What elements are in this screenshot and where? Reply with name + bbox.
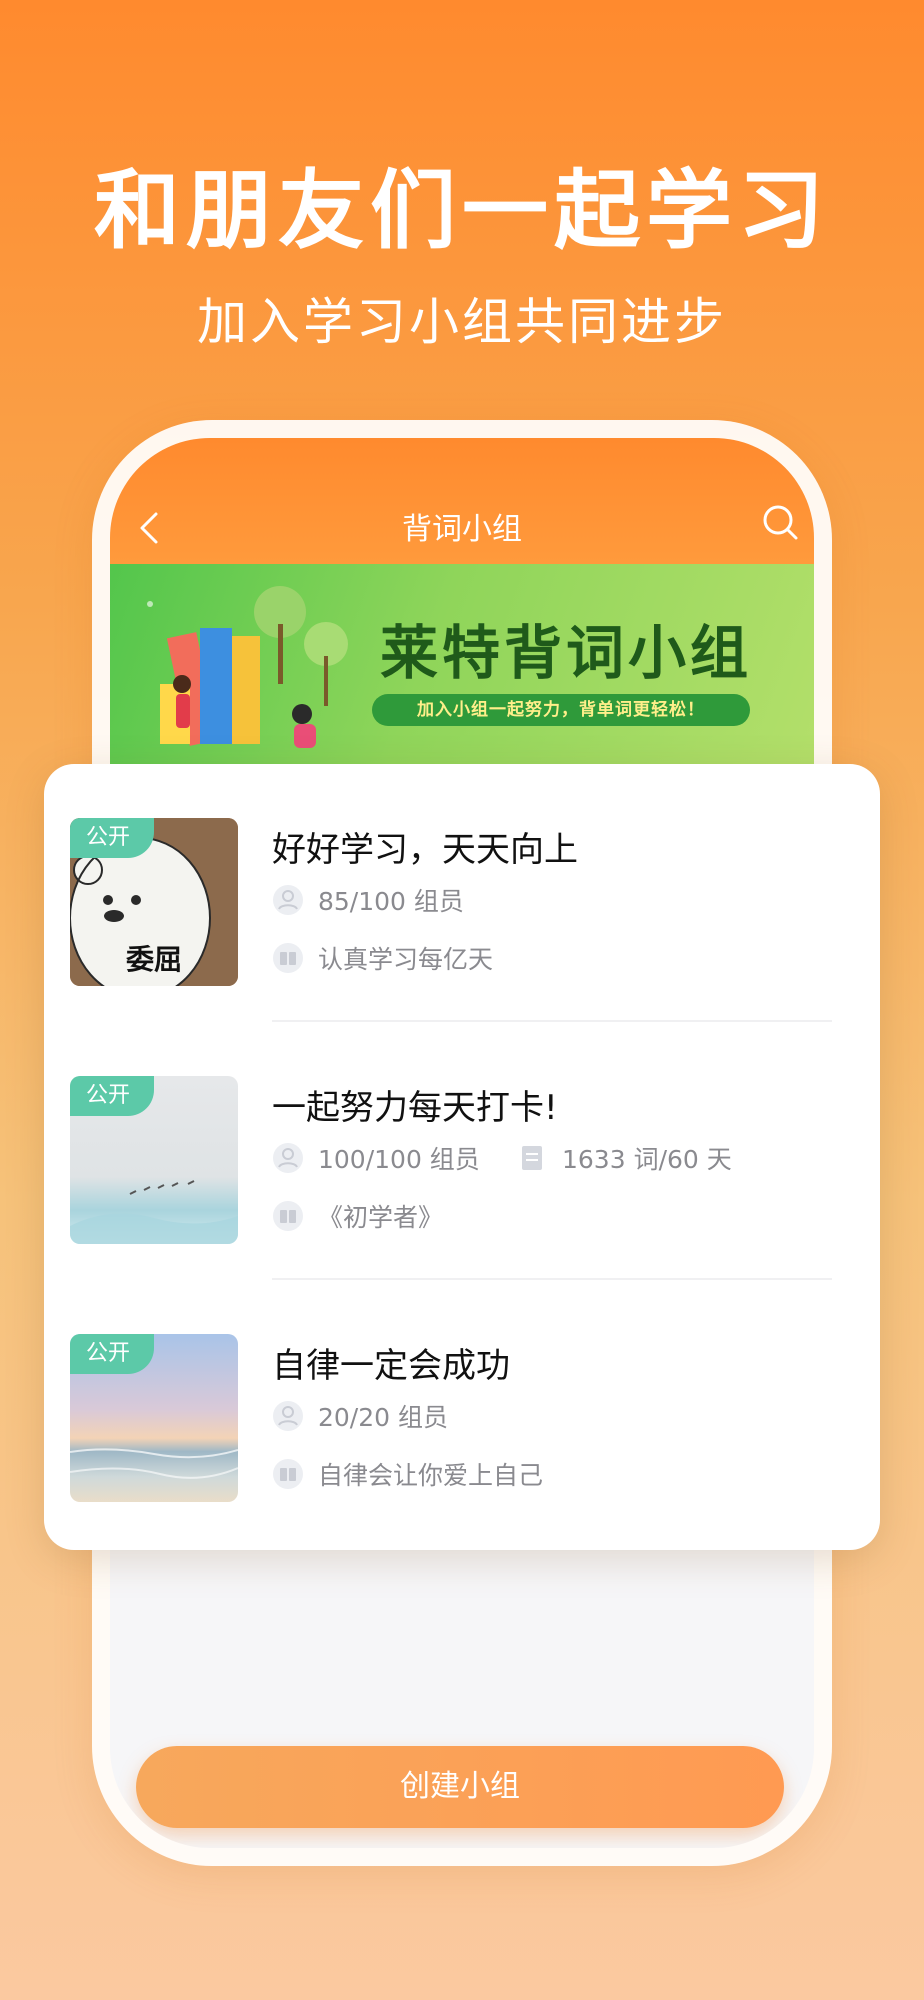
user-icon [273,1143,303,1173]
document-icon [522,1146,542,1170]
user-icon [273,1401,303,1431]
book-name: 自律会让你爱上自己 [318,1461,544,1490]
group-list-item[interactable]: 公开 委屈 好好学习，天天向上 85/100 组员 认真学习每亿天 [44,764,880,1022]
members-count: 100/100 组员 [318,1145,480,1174]
group-list-item[interactable]: 公开 一起努力每天打卡! 100/100 组员 1633 词/60 天 《初学者… [44,1022,880,1280]
search-icon[interactable] [760,502,800,542]
user-icon [273,885,303,915]
group-members: 100/100 组员 [272,1140,480,1176]
public-tag: 公开 [70,1334,154,1374]
group-banner[interactable]: 莱特背词小组 加入小组一起努力，背单词更轻松！ [110,564,814,764]
group-plan: 1633 词/60 天 [516,1140,732,1176]
group-book: 自律会让你爱上自己 [272,1456,543,1492]
group-members: 85/100 组员 [272,882,464,918]
group-title: 自律一定会成功 [272,1346,510,1386]
group-thumbnail: 公开 [70,1334,238,1502]
plan-text: 1633 词/60 天 [562,1145,732,1174]
group-thumbnail: 公开 委屈 [70,818,238,986]
group-book: 认真学习每亿天 [272,940,493,976]
banner-title: 莱特背词小组 [380,598,752,690]
book-icon [273,1459,303,1489]
group-list-card: 公开 委屈 好好学习，天天向上 85/100 组员 认真学习每亿天 公开 一起努… [44,764,880,1550]
group-book: 《初学者》 [272,1198,443,1234]
banner-slogan: 加入小组一起努力，背单词更轻松！ [372,694,750,726]
promo-headline: 和朋友们一起学习 [94,161,830,261]
group-title: 一起努力每天打卡! [272,1088,558,1128]
members-count: 85/100 组员 [318,887,464,916]
public-tag: 公开 [70,818,154,858]
book-icon [273,1201,303,1231]
promo-subline: 加入学习小组共同进步 [197,293,727,351]
nav-title: 背词小组 [402,512,522,547]
group-list-item[interactable]: 公开 自律一定会成功 20/20 组员 自律会让你爱上自己 [44,1280,880,1538]
group-members: 20/20 组员 [272,1398,448,1434]
public-tag: 公开 [70,1076,154,1116]
book-name: 认真学习每亿天 [318,945,494,974]
book-icon [273,943,303,973]
books-illustration-icon [147,586,348,748]
nav-bar: 背词小组 [110,438,814,564]
book-name: 《初学者》 [318,1203,444,1232]
group-title: 好好学习，天天向上 [272,830,578,870]
members-count: 20/20 组员 [318,1403,448,1432]
thumbnail-caption: 委屈 [126,943,183,976]
group-thumbnail: 公开 [70,1076,238,1244]
create-group-button[interactable]: 创建小组 [136,1746,784,1828]
